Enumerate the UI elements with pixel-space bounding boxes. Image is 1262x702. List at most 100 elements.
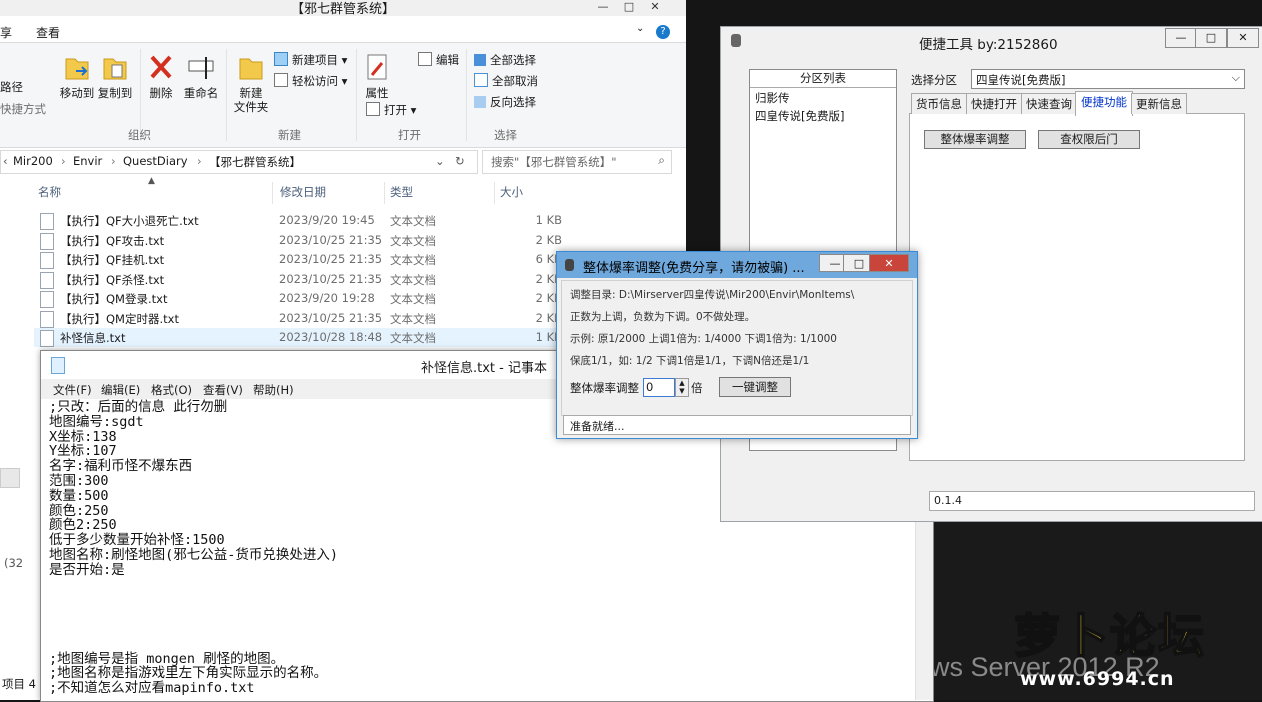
tab-share[interactable]: 享 — [0, 24, 12, 41]
check-backdoor-button[interactable]: 查权限后门 — [1038, 130, 1140, 149]
dialog-status-bar: 准备就绪... — [563, 415, 911, 435]
menu-help[interactable]: 帮助(H) — [253, 382, 294, 398]
breadcrumb-current[interactable]: 【邪七群管系统】 — [209, 154, 301, 170]
edit-icon — [418, 52, 432, 66]
breadcrumb-mir200[interactable]: Mir200 — [13, 154, 53, 168]
watermark-brand: 萝卜论坛 — [1013, 608, 1206, 664]
file-row[interactable]: 【执行】QF攻击.txt 2023/10/25 21:35 文本文档 2 KB — [34, 231, 580, 250]
nav-pane-partial: (32 — [4, 556, 24, 570]
delete-label: 删除 — [149, 86, 173, 100]
column-divider[interactable] — [272, 182, 273, 204]
file-row[interactable]: 【执行】QF杀怪.txt 2023/10/25 21:35 文本文档 2 KB — [34, 270, 580, 289]
close-button[interactable]: ✕ — [1227, 28, 1259, 48]
dialog-example-line: 示例: 原1/2000 上调1倍为: 1/4000 下调1倍为: 1/1000 — [570, 333, 837, 345]
group-new: 新建 — [278, 128, 301, 142]
rename-button[interactable]: 重命名 — [178, 51, 224, 100]
tab-currency-info[interactable]: 货币信息 — [911, 93, 967, 114]
maximize-button[interactable]: □ — [1195, 28, 1227, 48]
adjust-stepper[interactable]: ▲ ▼ — [675, 378, 689, 397]
close-button[interactable]: ✕ — [869, 254, 909, 272]
address-bar[interactable]: ‹ Mir200 › Envir › QuestDiary › 【邪七群管系统】… — [0, 150, 478, 174]
file-size: 1 KB — [535, 213, 562, 227]
breadcrumb-questdiary[interactable]: QuestDiary — [123, 154, 188, 168]
chevron-down-icon[interactable]: ⌵ — [1232, 71, 1240, 85]
file-row[interactable]: 【执行】QF挂机.txt 2023/10/25 21:35 文本文档 6 KB — [34, 250, 580, 269]
partition-item[interactable]: 四皇传说[免费版] — [750, 108, 896, 124]
delete-icon — [150, 55, 172, 79]
ribbon-partial-path[interactable]: 路径 — [0, 79, 23, 95]
menu-file[interactable]: 文件(F) — [53, 382, 92, 398]
maximize-button[interactable]: □ — [616, 0, 642, 14]
adjust-input-value: 0 — [646, 380, 654, 394]
search-placeholder: 搜索"【邪七群管系统】" — [491, 155, 617, 169]
explorer-titlebar: 【邪七群管系统】 — □ ✕ — [0, 0, 686, 17]
column-type[interactable]: 类型 — [390, 184, 413, 204]
edit-button[interactable]: 编辑 — [418, 51, 459, 69]
one-click-adjust-button[interactable]: 一键调整 — [719, 377, 791, 397]
menu-edit[interactable]: 编辑(E) — [101, 382, 140, 398]
dialog-dir-line: 调整目录: D:\Mirserver四皇传说\Mir200\Envir\MonI… — [570, 289, 855, 301]
easy-access-button[interactable]: 轻松访问 ▾ — [274, 72, 347, 90]
open-button[interactable]: 打开 ▾ — [366, 101, 416, 119]
tab-quick-query[interactable]: 快速查询 — [1021, 93, 1077, 114]
breadcrumb-sep-icon: › — [111, 154, 116, 168]
group-organize: 组织 — [128, 128, 151, 142]
nav-pane-item[interactable] — [0, 468, 20, 488]
chevron-down-icon[interactable]: ⌄ — [636, 23, 644, 34]
file-row[interactable]: 【执行】QM定时器.txt 2023/10/25 21:35 文本文档 2 KB — [34, 309, 580, 328]
properties-button[interactable]: 属性 — [358, 51, 396, 100]
breadcrumb-envir[interactable]: Envir — [73, 154, 102, 168]
refresh-icon[interactable]: ↻ — [455, 154, 465, 168]
column-divider[interactable] — [494, 182, 495, 204]
tab-quick-open[interactable]: 快捷打开 — [966, 93, 1022, 114]
select-all-button[interactable]: 全部选择 — [474, 51, 536, 69]
new-folder-button[interactable]: 新建 文件夹 — [228, 51, 274, 114]
tab-view[interactable]: 查看 — [36, 24, 60, 41]
tool-status-bar: 0.1.4 — [929, 491, 1255, 511]
file-name: 【执行】QF杀怪.txt — [60, 273, 165, 287]
file-date: 2023/10/25 21:35 — [279, 252, 383, 266]
minimize-button[interactable]: — — [1165, 28, 1197, 48]
column-divider[interactable] — [384, 182, 385, 204]
file-type: 文本文档 — [390, 253, 436, 267]
file-size: 2 KB — [535, 272, 562, 286]
overall-droprate-button[interactable]: 整体爆率调整 — [924, 130, 1026, 149]
copy-to-button[interactable]: 复制到 — [92, 51, 138, 100]
ribbon-partial-shortcut[interactable]: 快捷方式 — [0, 101, 46, 117]
select-none-button[interactable]: 全部取消 — [474, 72, 538, 90]
partition-item[interactable]: 归影传 — [750, 88, 896, 108]
ribbon: 路径 快捷方式 移动到 复制到 删除 重命名 组织 新建 文件夹 新建项目 ▾ — [0, 42, 686, 148]
tab-convenience[interactable]: 便捷功能 — [1075, 91, 1133, 116]
column-name[interactable]: 名称 — [38, 184, 61, 204]
search-icon[interactable]: ⌕ — [658, 153, 665, 168]
invert-selection-button[interactable]: 反向选择 — [474, 93, 536, 111]
help-icon[interactable]: ? — [656, 25, 670, 39]
close-button[interactable]: ✕ — [642, 0, 668, 14]
partition-select[interactable]: 四皇传说[免费版] ⌵ — [971, 69, 1245, 89]
menu-format[interactable]: 格式(O) — [151, 382, 192, 398]
file-row[interactable]: 【执行】QF大小退死亡.txt 2023/9/20 19:45 文本文档 1 K… — [34, 211, 580, 230]
new-item-button[interactable]: 新建项目 ▾ — [274, 51, 347, 69]
ribbon-tabs: 享 查看 ? ⌄ — [0, 22, 686, 42]
ribbon-separator — [356, 49, 357, 141]
explorer-title: 【邪七群管系统】 — [290, 2, 395, 17]
breadcrumb-sep-icon: › — [197, 154, 202, 168]
minimize-button[interactable]: — — [590, 0, 616, 14]
file-row-selected[interactable]: 补怪信息.txt 2023/10/28 18:48 文本文档 1 KB — [34, 328, 580, 347]
notepad-title: 补怪信息.txt - 记事本 — [421, 361, 547, 376]
chevron-down-icon[interactable]: ⌄ — [435, 154, 445, 168]
text-file-icon — [40, 252, 54, 269]
menu-view[interactable]: 查看(V) — [203, 382, 243, 398]
column-size[interactable]: 大小 — [500, 184, 523, 204]
column-date[interactable]: 修改日期 — [280, 184, 326, 204]
file-type: 文本文档 — [390, 273, 436, 287]
dialog-status-text: 准备就绪... — [570, 420, 625, 433]
tab-update-info[interactable]: 更新信息 — [1131, 93, 1187, 114]
open-label: 打开 — [384, 103, 407, 117]
file-row[interactable]: 【执行】QM登录.txt 2023/9/20 19:28 文本文档 2 KB — [34, 289, 580, 308]
site-watermark: 萝卜论坛 www.6994.cn — [1010, 600, 1255, 696]
adjust-input[interactable]: 0 — [643, 378, 675, 397]
search-input[interactable]: 搜索"【邪七群管系统】" ⌕ — [482, 150, 672, 174]
file-name: 【执行】QF攻击.txt — [60, 234, 165, 248]
new-item-icon — [274, 52, 288, 66]
